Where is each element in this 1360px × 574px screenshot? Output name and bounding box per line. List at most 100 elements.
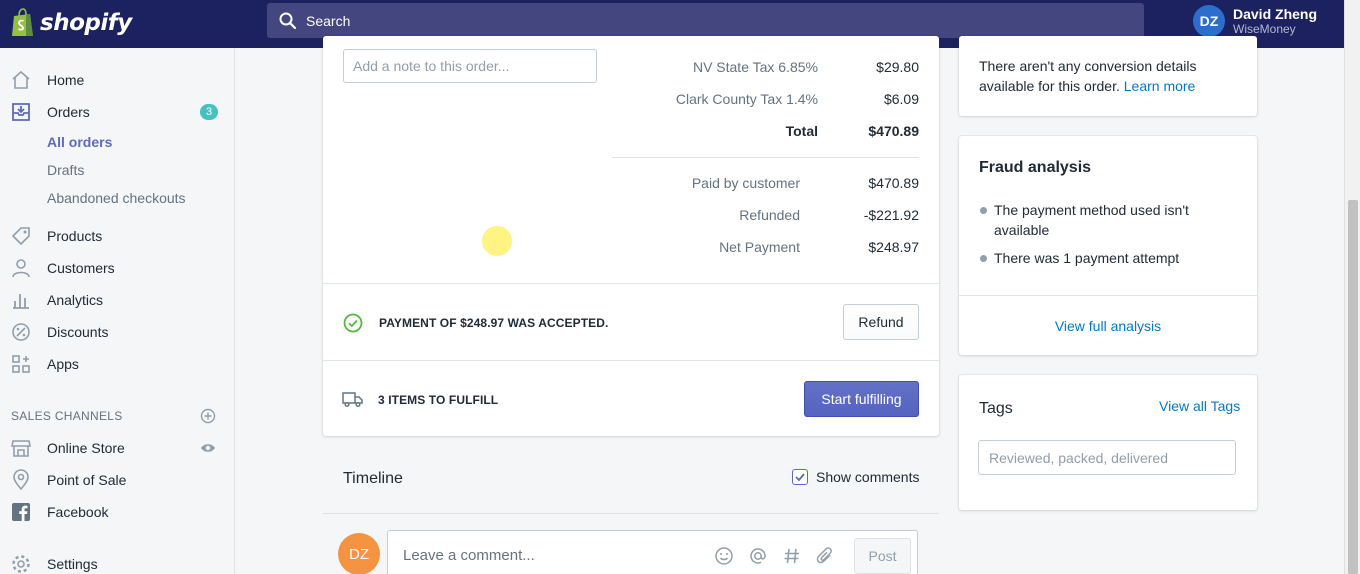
page-scrollbar[interactable] xyxy=(1344,0,1360,574)
sidebar-label-home: Home xyxy=(47,72,85,88)
sidebar-item-point-of-sale[interactable]: Point of Sale xyxy=(0,466,235,494)
discount-icon xyxy=(12,323,30,341)
search-icon xyxy=(279,12,297,29)
summary-divider xyxy=(612,157,919,158)
net-payment-label: Net Payment xyxy=(719,239,800,255)
add-channel-icon[interactable] xyxy=(200,408,216,424)
fraud-analysis-title: Fraud analysis xyxy=(979,159,1092,176)
attachment-icon[interactable] xyxy=(815,546,835,566)
search-placeholder: Search xyxy=(306,12,351,29)
sidebar-item-discounts[interactable]: Discounts xyxy=(0,318,235,346)
clark-tax-value: $6.09 xyxy=(883,91,919,107)
orders-icon xyxy=(12,103,30,121)
checkmark-icon xyxy=(795,473,805,482)
sidebar-label-customers: Customers xyxy=(47,260,115,276)
sidebar-label-point-of-sale: Point of Sale xyxy=(47,472,127,488)
paid-by-customer-value: $470.89 xyxy=(868,175,919,191)
eye-icon[interactable] xyxy=(200,440,216,456)
sidebar-label-abandoned-checkouts: Abandoned checkouts xyxy=(47,190,186,206)
search-bar[interactable]: Search xyxy=(267,3,1144,38)
shopify-logo[interactable]: shopify xyxy=(10,5,140,41)
sidebar-item-online-store[interactable]: Online Store xyxy=(0,434,235,462)
sidebar-item-analytics[interactable]: Analytics xyxy=(0,286,235,314)
comment-box[interactable]: Leave a comment... Post xyxy=(387,530,918,574)
order-note-input[interactable]: Add a note to this order... xyxy=(343,49,597,83)
scrollbar-thumb[interactable] xyxy=(1348,200,1358,574)
fraud-bullet-2 xyxy=(980,255,987,262)
sidebar-item-abandoned-checkouts[interactable]: Abandoned checkouts xyxy=(0,184,235,212)
store-icon xyxy=(11,440,31,457)
sidebar-label-products: Products xyxy=(47,228,103,244)
timeline-title: Timeline xyxy=(343,470,403,487)
user-store: WiseMoney xyxy=(1233,21,1296,36)
refunded-label: Refunded xyxy=(739,207,800,223)
sidebar-item-products[interactable]: Products xyxy=(0,222,235,250)
nv-tax-label: NV State Tax 6.85% xyxy=(692,59,818,75)
apps-icon xyxy=(12,355,30,373)
total-value: $470.89 xyxy=(868,123,919,139)
customer-icon xyxy=(12,259,30,278)
cursor-highlight xyxy=(482,226,512,256)
check-circle-icon xyxy=(343,313,363,333)
fraud-item-2: There was 1 payment attempt xyxy=(994,250,1180,266)
payment-status-text: PAYMENT OF $248.97 WAS ACCEPTED. xyxy=(379,316,609,330)
comment-input[interactable]: Leave a comment... xyxy=(403,547,535,564)
user-menu[interactable]: DZ David Zheng WiseMoney xyxy=(1193,5,1317,37)
brand-name: shopify xyxy=(40,10,132,36)
show-comments-checkbox[interactable] xyxy=(792,469,808,485)
truck-icon xyxy=(342,392,363,408)
paid-by-customer-label: Paid by customer xyxy=(691,175,800,191)
tags-input[interactable]: Reviewed, packed, delivered xyxy=(978,440,1236,475)
sidebar-label-settings: Settings xyxy=(47,556,98,572)
sidebar-label-apps: Apps xyxy=(47,356,79,372)
learn-more-link[interactable]: Learn more xyxy=(1124,78,1196,94)
sidebar-item-apps[interactable]: Apps xyxy=(0,350,235,378)
refunded-value: -$221.92 xyxy=(863,207,919,223)
sidebar-item-facebook[interactable]: Facebook xyxy=(0,498,235,526)
sidebar-label-discounts: Discounts xyxy=(47,324,109,340)
comment-avatar: DZ xyxy=(338,533,380,574)
net-payment-value: $248.97 xyxy=(868,239,919,255)
user-avatar: DZ xyxy=(1193,5,1225,37)
view-full-analysis-link[interactable]: View full analysis xyxy=(959,318,1257,334)
nv-tax-value: $29.80 xyxy=(876,59,919,75)
orders-count-badge: 3 xyxy=(200,104,218,120)
sidebar-item-home[interactable]: Home xyxy=(0,66,235,94)
fulfill-divider xyxy=(323,360,939,361)
fulfill-status-text: 3 ITEMS TO FULFILL xyxy=(378,393,499,407)
sidebar: Home Orders 3 All orders Drafts Abandone… xyxy=(0,48,235,574)
emoji-icon[interactable] xyxy=(714,546,734,566)
sidebar-label-all-orders: All orders xyxy=(47,134,113,150)
sidebar-label-facebook: Facebook xyxy=(47,504,109,520)
facebook-icon xyxy=(12,503,30,521)
sidebar-item-drafts[interactable]: Drafts xyxy=(0,156,235,184)
total-label: Total xyxy=(785,123,818,139)
sidebar-label-orders: Orders xyxy=(47,104,90,120)
location-pin-icon xyxy=(13,469,29,491)
view-all-tags-link[interactable]: View all Tags xyxy=(1159,398,1240,414)
fraud-bullet-1 xyxy=(980,207,987,214)
timeline-divider xyxy=(323,513,939,514)
gear-icon xyxy=(12,555,30,573)
fraud-item-1: The payment method used isn't available xyxy=(994,202,1189,238)
clark-tax-label: Clark County Tax 1.4% xyxy=(675,91,818,107)
sidebar-item-all-orders[interactable]: All orders xyxy=(0,128,235,156)
mention-icon[interactable] xyxy=(748,546,768,566)
start-fulfilling-button[interactable]: Start fulfilling xyxy=(804,381,919,417)
tags-title: Tags xyxy=(979,400,1013,417)
home-icon xyxy=(12,70,30,89)
sidebar-label-analytics: Analytics xyxy=(47,292,104,308)
user-name: David Zheng xyxy=(1233,5,1318,22)
post-button[interactable]: Post xyxy=(854,538,911,574)
payment-divider xyxy=(323,283,939,284)
sidebar-item-settings[interactable]: Settings xyxy=(0,550,235,574)
sidebar-label-drafts: Drafts xyxy=(47,162,85,178)
sales-channels-heading: SALES CHANNELS xyxy=(11,409,123,423)
sidebar-item-orders[interactable]: Orders 3 xyxy=(0,98,235,126)
show-comments-label: Show comments xyxy=(816,469,920,485)
refund-button[interactable]: Refund xyxy=(843,304,919,340)
hashtag-icon[interactable] xyxy=(782,546,802,566)
sidebar-item-customers[interactable]: Customers xyxy=(0,254,235,282)
sidebar-label-online-store: Online Store xyxy=(47,440,125,456)
conversion-text-block: There aren't any conversion details avai… xyxy=(979,56,1241,96)
